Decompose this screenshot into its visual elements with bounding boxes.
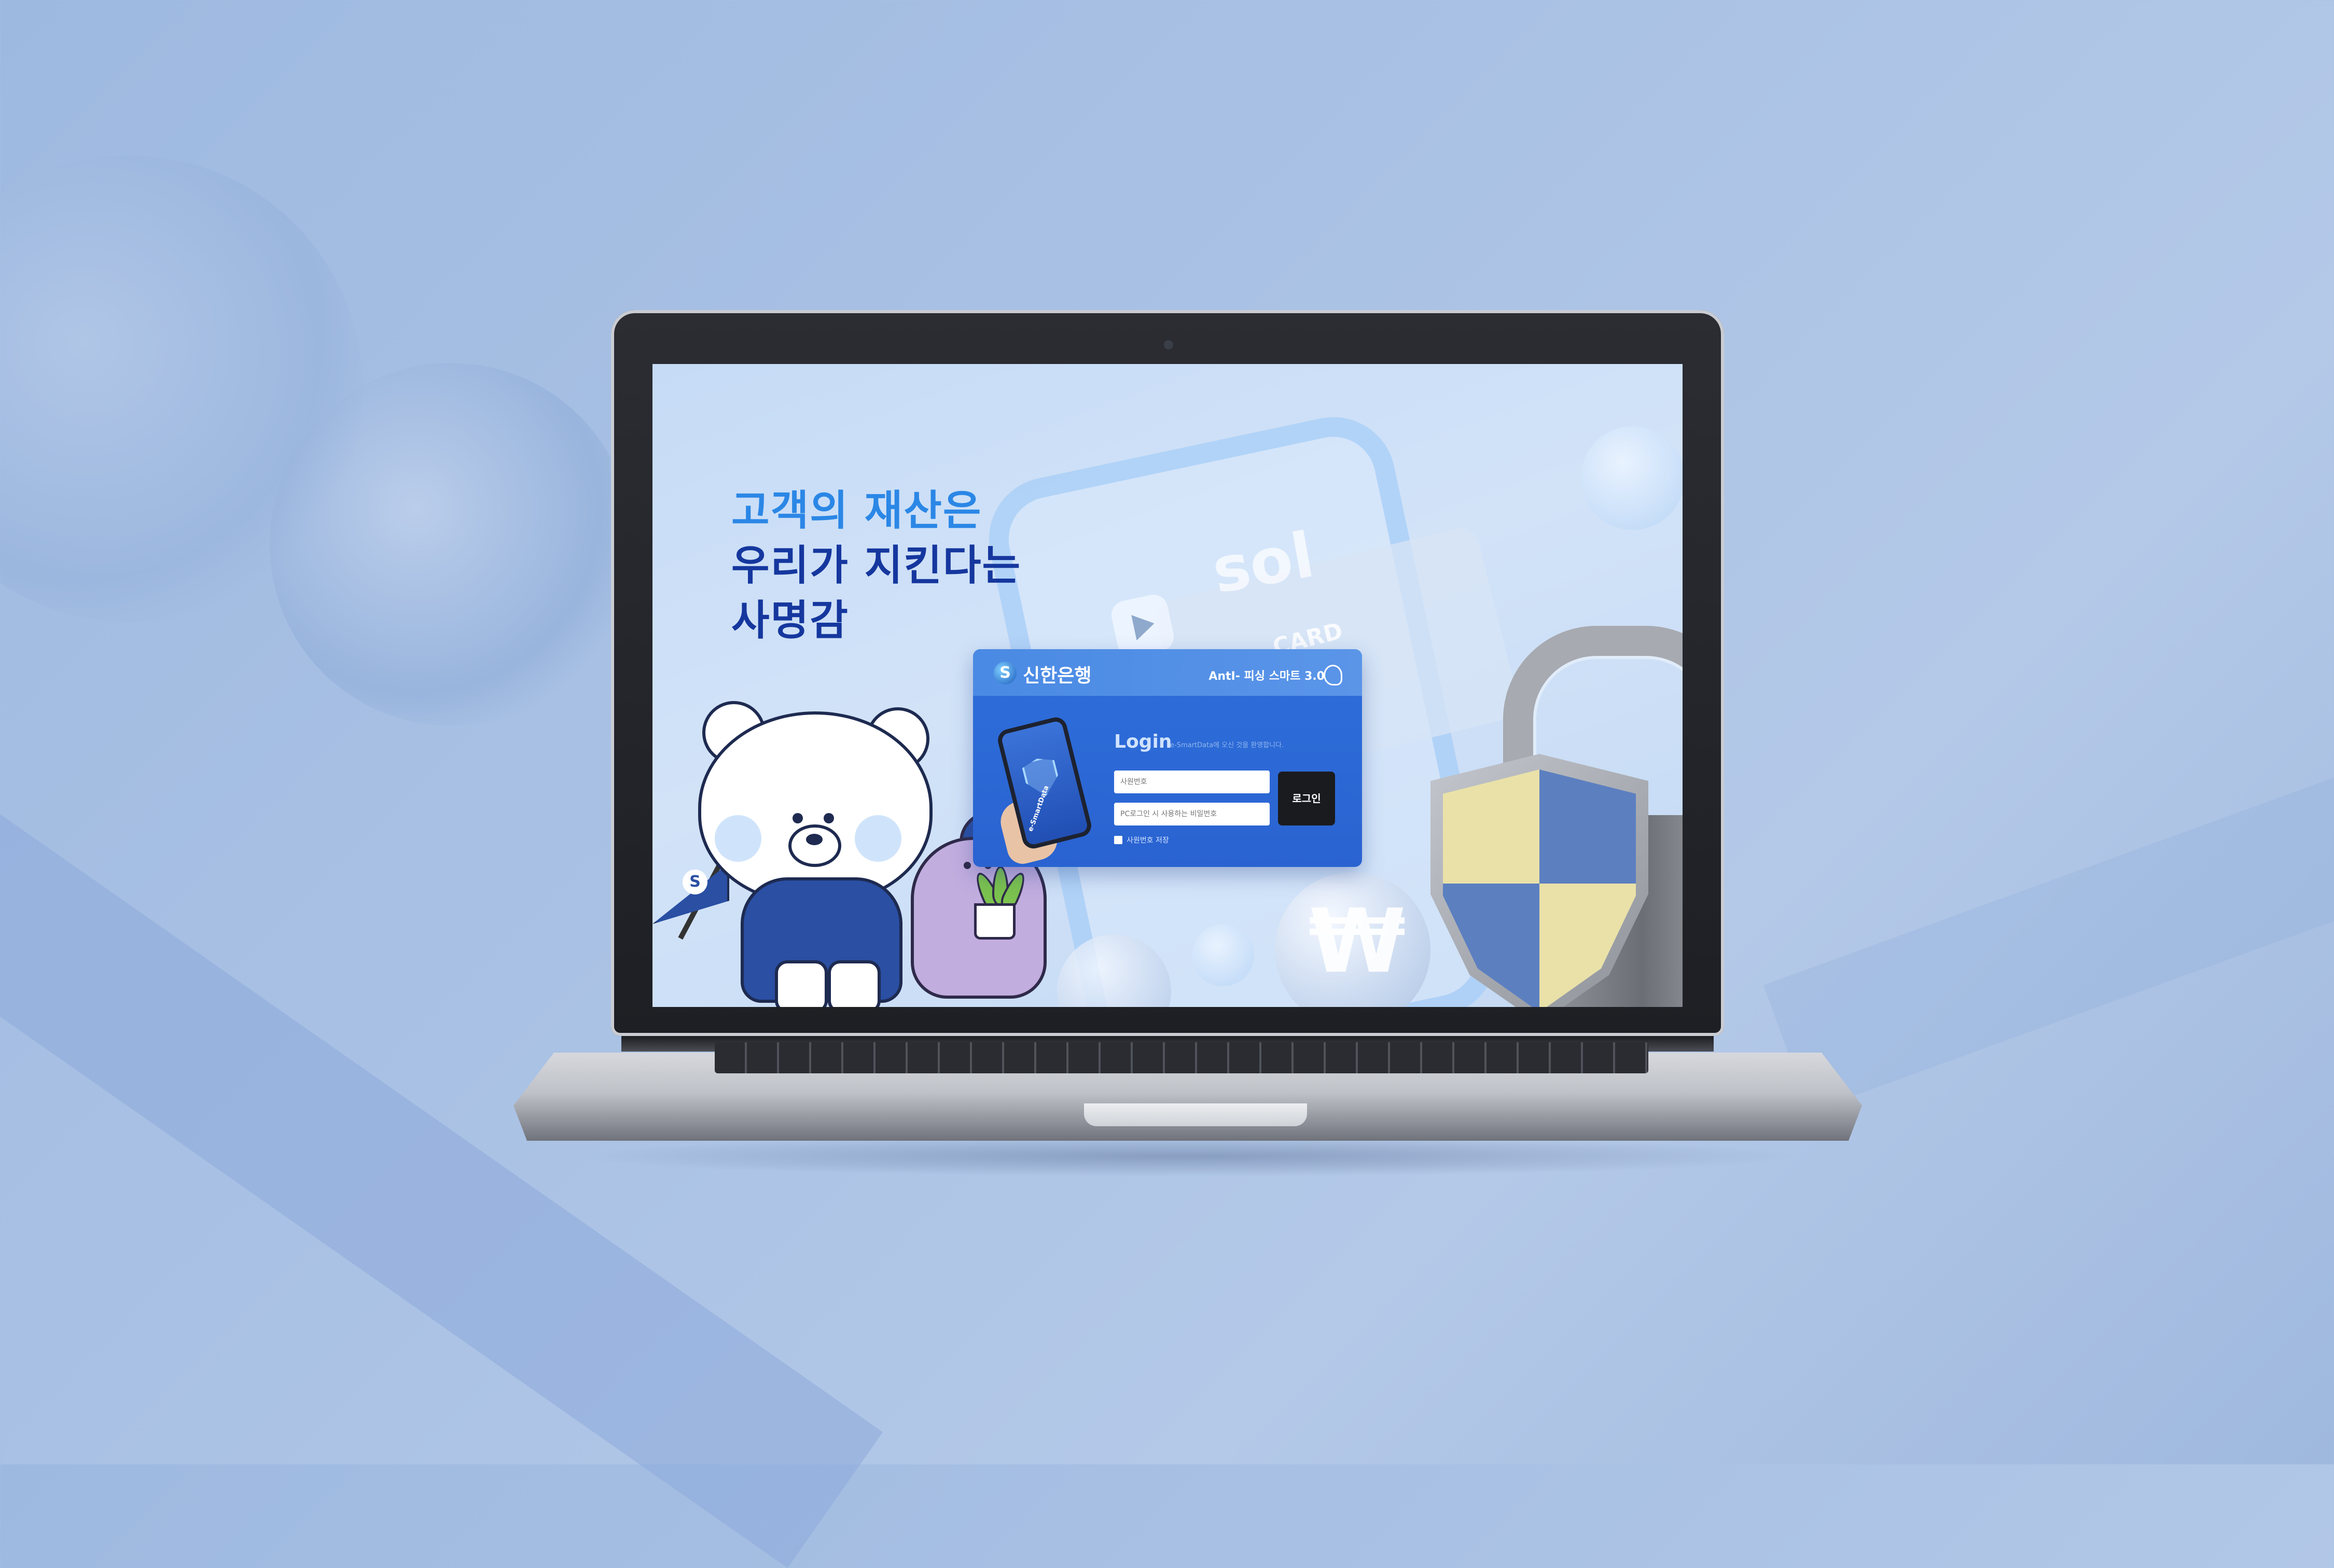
bear-cheek xyxy=(715,815,761,862)
decorative-bubble xyxy=(1581,426,1683,530)
won-symbol: ₩ xyxy=(1309,890,1406,993)
anti-phishing-title: AntI- 피싱 스마트 3.0 xyxy=(1208,670,1325,683)
background-band xyxy=(1763,737,2334,1112)
login-subtitle: e-SmartData에 오신 것을 환영합니다. xyxy=(1170,741,1284,749)
bear-eye xyxy=(793,813,803,823)
laptop-screen: CARD sol ₩ 고객의 재산은 우리가 지킨다는 사명감 S S 신한은행… xyxy=(652,364,1683,1007)
bear-cheek xyxy=(855,815,901,862)
plant-pot xyxy=(974,903,1016,940)
headline: 고객의 재산은 우리가 지킨다는 사명감 xyxy=(731,483,1021,648)
bank-name: 신한은행 xyxy=(1023,665,1092,687)
camera-icon xyxy=(1164,340,1173,349)
headline-line-1: 고객의 재산은 xyxy=(731,486,982,535)
login-header: S 신한은행 AntI- 피싱 스마트 3.0 xyxy=(973,649,1362,696)
bank-logo-icon: S xyxy=(994,662,1017,684)
password-input[interactable] xyxy=(1114,803,1270,825)
bear-eye xyxy=(824,813,834,823)
employee-id-input[interactable] xyxy=(1114,771,1270,793)
headline-line-2: 우리가 지킨다는 xyxy=(731,541,1022,590)
login-panel: S 신한은행 AntI- 피싱 스마트 3.0 e-SmartData Logi… xyxy=(973,649,1362,867)
login-title: Login xyxy=(1114,731,1172,752)
save-id-label: 사원번호 저장 xyxy=(1127,836,1169,845)
laptop-shadow xyxy=(571,1136,1805,1177)
login-button[interactable]: 로그인 xyxy=(1278,772,1335,825)
trackpad-notch xyxy=(1084,1103,1307,1126)
bear-leg xyxy=(775,960,828,1007)
bear-leg xyxy=(828,960,881,1007)
mole-eye xyxy=(964,862,971,869)
decorative-bubble xyxy=(1192,924,1254,986)
bear-mascot xyxy=(698,711,933,904)
bear-nose xyxy=(788,824,841,867)
head-profile-icon xyxy=(1324,665,1342,685)
keyboard xyxy=(715,1042,1648,1073)
headline-line-3: 사명감 xyxy=(731,596,849,645)
flag-logo: S xyxy=(683,870,707,894)
save-id-checkbox[interactable] xyxy=(1114,836,1122,844)
